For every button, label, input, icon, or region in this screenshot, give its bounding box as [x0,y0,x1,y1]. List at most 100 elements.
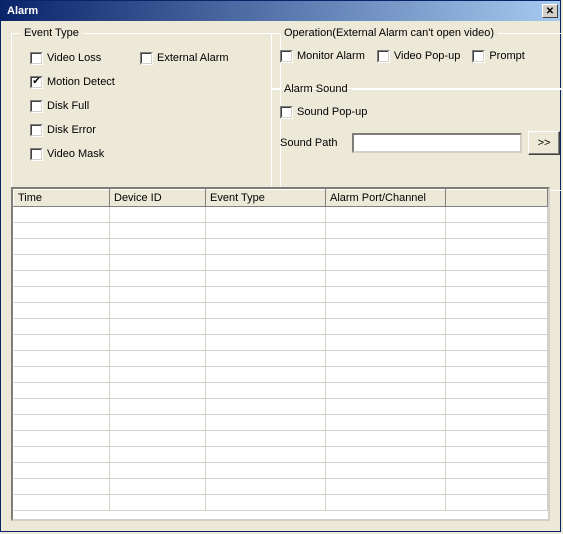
col-event-type[interactable]: Event Type [206,190,326,207]
table-cell [110,239,206,255]
alarm-sound-group: Alarm Sound Sound Pop-up Sound Path >> [271,83,563,191]
close-icon: ✕ [546,6,554,17]
table-cell [446,447,548,463]
table-cell [110,463,206,479]
table-cell [326,239,446,255]
operation-group: Operation(External Alarm can't open vide… [271,27,563,89]
table-row[interactable] [14,431,548,447]
checkbox-icon [280,106,293,119]
col-device-id[interactable]: Device ID [110,190,206,207]
table-row[interactable] [14,303,548,319]
table-cell [110,335,206,351]
table-cell [446,335,548,351]
table-row[interactable] [14,463,548,479]
table-cell [206,479,326,495]
table-cell [206,303,326,319]
checkbox-label: Disk Full [47,100,89,112]
disk-error-checkbox[interactable]: Disk Error [30,121,96,139]
table-row[interactable] [14,495,548,511]
table-row[interactable] [14,207,548,223]
col-extra[interactable] [446,190,548,207]
table-cell [110,367,206,383]
table-cell [14,431,110,447]
close-button[interactable]: ✕ [542,4,558,18]
titlebar: Alarm ✕ [1,1,560,21]
table-row[interactable] [14,223,548,239]
table-row[interactable] [14,271,548,287]
table-cell [14,415,110,431]
table-cell [110,351,206,367]
table-cell [14,207,110,223]
table-cell [206,415,326,431]
table-cell [326,415,446,431]
table-row[interactable] [14,479,548,495]
table-row[interactable] [14,255,548,271]
checkbox-icon [280,50,293,63]
table-cell [14,287,110,303]
table-cell [206,463,326,479]
table-row[interactable] [14,383,548,399]
checkbox-label: Video Mask [47,148,104,160]
table-cell [206,239,326,255]
table-cell [326,287,446,303]
event-type-group: Event Type Video Loss External Alarm [11,27,281,191]
table-cell [326,351,446,367]
checkbox-label: Disk Error [47,124,96,136]
table-row[interactable] [14,415,548,431]
table-cell [206,351,326,367]
table-cell [206,431,326,447]
prompt-checkbox[interactable]: Prompt [472,47,524,65]
col-time[interactable]: Time [14,190,110,207]
table-row[interactable] [14,319,548,335]
table-cell [14,319,110,335]
table-cell [14,399,110,415]
table-cell [110,447,206,463]
table-row[interactable] [14,399,548,415]
table-cell [446,415,548,431]
table-row[interactable] [14,335,548,351]
video-popup-checkbox[interactable]: Video Pop-up [377,47,460,65]
table-cell [14,495,110,511]
table-cell [206,271,326,287]
table-row[interactable] [14,239,548,255]
table-cell [446,463,548,479]
table-cell [326,495,446,511]
table-cell [14,271,110,287]
browse-button[interactable]: >> [528,131,560,155]
table-cell [14,239,110,255]
col-alarm-port[interactable]: Alarm Port/Channel [326,190,446,207]
sound-path-input[interactable] [352,133,522,153]
sound-popup-checkbox[interactable]: Sound Pop-up [280,103,560,121]
table-cell [110,431,206,447]
table-cell [206,383,326,399]
table-cell [446,383,548,399]
external-alarm-checkbox[interactable]: External Alarm [140,49,229,67]
table-row[interactable] [14,287,548,303]
table-row[interactable] [14,367,548,383]
monitor-alarm-checkbox[interactable]: Monitor Alarm [280,47,365,65]
table-cell [110,287,206,303]
sound-path-row: Sound Path >> [280,131,560,155]
table-cell [206,447,326,463]
table-cell [206,495,326,511]
table-cell [446,495,548,511]
checkbox-icon [140,52,153,65]
alarm-table: Time Device ID Event Type Alarm Port/Cha… [13,189,548,511]
disk-full-checkbox[interactable]: Disk Full [30,97,89,115]
video-loss-checkbox[interactable]: Video Loss [30,49,101,67]
alarm-table-container: Time Device ID Event Type Alarm Port/Cha… [11,187,550,521]
table-cell [326,223,446,239]
table-cell [326,383,446,399]
table-cell [110,271,206,287]
motion-detect-checkbox[interactable]: ✔ Motion Detect [30,73,115,91]
video-mask-checkbox[interactable]: Video Mask [30,145,104,163]
table-header-row: Time Device ID Event Type Alarm Port/Cha… [14,190,548,207]
table-row[interactable] [14,447,548,463]
table-row[interactable] [14,351,548,367]
checkbox-icon [30,124,43,137]
table-cell [446,431,548,447]
table-cell [326,319,446,335]
table-cell [110,223,206,239]
browse-button-label: >> [538,137,551,149]
table-cell [206,287,326,303]
